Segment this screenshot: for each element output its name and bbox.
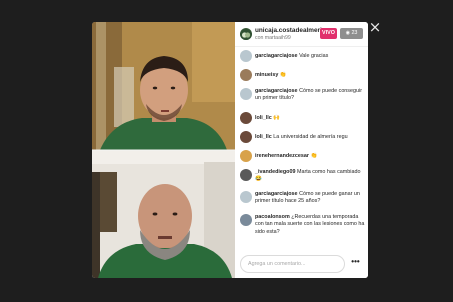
comment-username[interactable]: garciagarciajose bbox=[255, 53, 298, 59]
comment-input[interactable] bbox=[248, 258, 340, 270]
comment-username[interactable]: pacoalonsom bbox=[255, 214, 290, 220]
host-logo-icon bbox=[240, 29, 252, 40]
comment-username[interactable]: irenehernandezcesar bbox=[255, 153, 309, 159]
comment-username[interactable]: minueisy bbox=[255, 72, 278, 78]
close-button[interactable]: × bbox=[367, 19, 383, 35]
comment-avatar[interactable] bbox=[240, 169, 252, 181]
comment-avatar[interactable] bbox=[240, 131, 252, 143]
comment-text: Vale gracias bbox=[299, 52, 329, 59]
live-video-modal: unicaja.costadealmeria con martaaih99 VI… bbox=[92, 22, 368, 278]
comment-text: 👏 bbox=[310, 152, 318, 159]
viewer-count: 23 bbox=[351, 30, 358, 36]
host-subtitle: con martaaih99 bbox=[255, 35, 291, 41]
live-badge: VIVO bbox=[320, 28, 337, 39]
comment-username[interactable]: garciagarciajose bbox=[255, 88, 298, 94]
comment-username[interactable]: _ivandediego09 bbox=[255, 169, 295, 175]
comment-text: 🙌 bbox=[273, 114, 280, 121]
comment-username[interactable]: garciagarciajose bbox=[255, 191, 298, 197]
bottom-video-feed bbox=[92, 150, 235, 278]
comments-panel: unicaja.costadealmeria con martaaih99 VI… bbox=[235, 22, 368, 278]
host-avatar[interactable] bbox=[240, 28, 252, 40]
more-options-button[interactable]: ••• bbox=[348, 258, 363, 268]
comment-text: 👏 bbox=[279, 71, 287, 78]
top-video-feed bbox=[92, 22, 235, 150]
comment-avatar[interactable] bbox=[240, 150, 252, 162]
eye-icon: ◉ bbox=[345, 30, 350, 36]
comment-avatar[interactable] bbox=[240, 112, 252, 124]
comment-avatar[interactable] bbox=[240, 50, 252, 62]
comment-input-box[interactable] bbox=[240, 255, 345, 273]
host-username[interactable]: unicaja.costadealmeria bbox=[255, 27, 325, 34]
comment-avatar[interactable] bbox=[240, 69, 252, 81]
comment-avatar[interactable] bbox=[240, 191, 252, 203]
comment-text: La universidad de almería regu bbox=[273, 133, 348, 140]
viewer-count-badge: ◉ 23 bbox=[340, 28, 363, 39]
comment-username[interactable]: loli_llc bbox=[255, 115, 272, 121]
live-video[interactable] bbox=[92, 22, 235, 278]
comment-username[interactable]: loli_llc bbox=[255, 134, 272, 140]
video-frames bbox=[92, 22, 235, 278]
comment-avatar[interactable] bbox=[240, 214, 252, 226]
comment-avatar[interactable] bbox=[240, 88, 252, 100]
live-header: unicaja.costadealmeria con martaaih99 VI… bbox=[235, 22, 368, 47]
